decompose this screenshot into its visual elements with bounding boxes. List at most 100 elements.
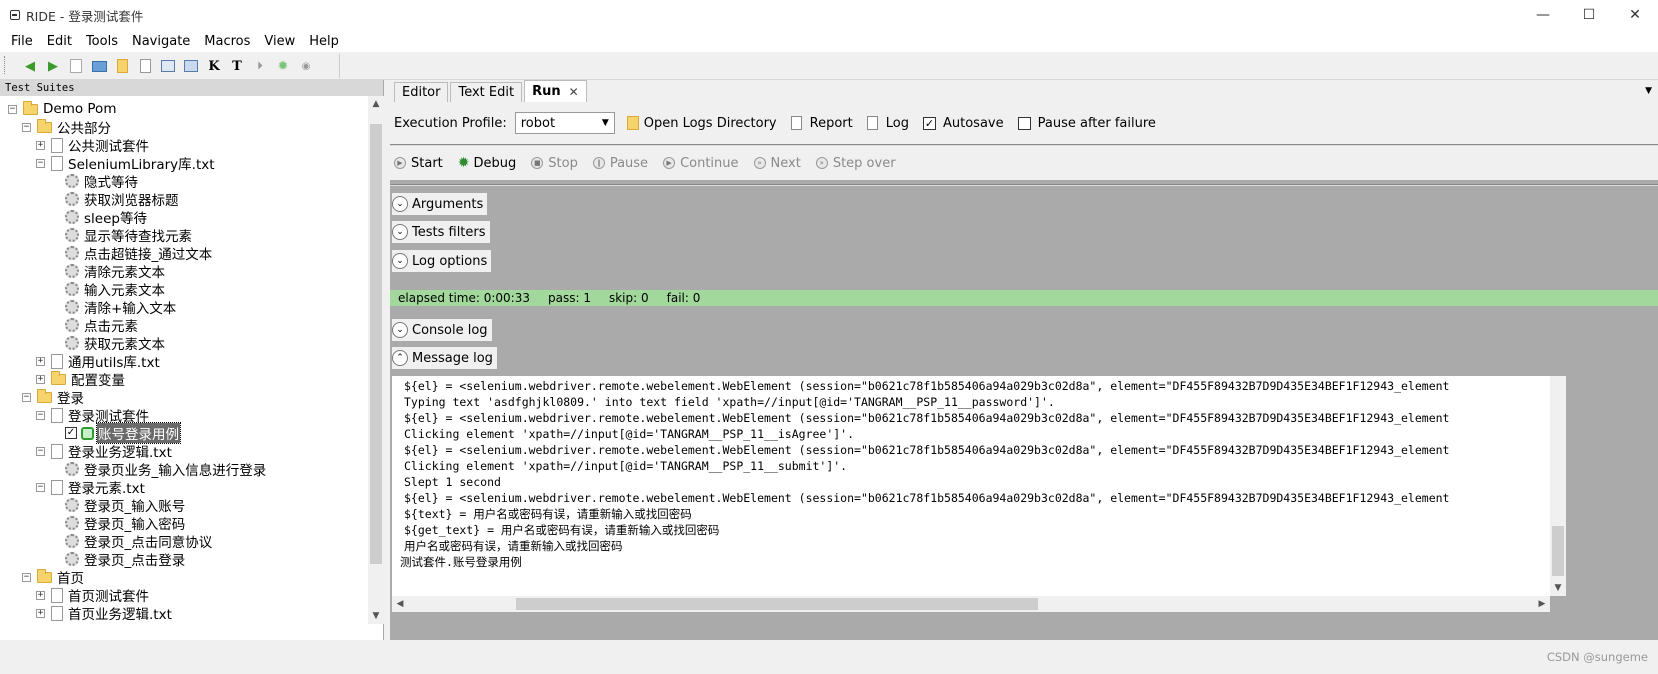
- tree-item[interactable]: 获取元素文本: [50, 334, 165, 353]
- tree-item[interactable]: ✓ 账号登录用例: [50, 422, 181, 444]
- forward-arrow-icon[interactable]: ▶: [43, 56, 63, 76]
- tree-item[interactable]: − 登录元素.txt: [36, 478, 145, 497]
- tree-item[interactable]: − 登录: [22, 388, 84, 407]
- message-log-output[interactable]: ${el} = <selenium.webdriver.remote.webel…: [392, 376, 1566, 596]
- menu-macros[interactable]: Macros: [197, 34, 257, 49]
- maximize-button[interactable]: ☐: [1566, 0, 1612, 30]
- collapse-icon[interactable]: −: [36, 410, 45, 420]
- start-button[interactable]: ▶ Start: [394, 156, 443, 171]
- save-icon[interactable]: [158, 56, 178, 76]
- tree-item[interactable]: − Demo Pom: [8, 100, 116, 118]
- new-file-icon[interactable]: [66, 56, 86, 76]
- log-hscroll-thumb[interactable]: [516, 598, 1038, 610]
- close-button[interactable]: ✕: [1612, 0, 1658, 30]
- back-arrow-icon[interactable]: ◀: [20, 56, 40, 76]
- tree-item[interactable]: + 首页测试套件: [36, 586, 149, 605]
- tag-search-icon[interactable]: T: [227, 56, 247, 76]
- expand-icon[interactable]: +: [36, 140, 45, 150]
- tab-editor[interactable]: Editor: [394, 82, 449, 102]
- keyword-search-icon[interactable]: K: [204, 56, 224, 76]
- menu-help[interactable]: Help: [302, 34, 346, 49]
- tree-item[interactable]: − 登录业务逻辑.txt: [36, 442, 172, 461]
- tree-item[interactable]: − 首页: [22, 568, 84, 587]
- minimize-button[interactable]: —: [1520, 0, 1566, 30]
- tab-menu-icon[interactable]: ▼: [1645, 86, 1652, 96]
- open-logs-directory-button[interactable]: Open Logs Directory: [626, 116, 777, 131]
- debug-button[interactable]: ✹ Debug: [458, 155, 517, 171]
- collapse-icon[interactable]: −: [22, 392, 31, 402]
- tab-text-edit[interactable]: Text Edit: [450, 82, 523, 102]
- tree-item[interactable]: 点击元素: [50, 316, 138, 335]
- tree-item[interactable]: 点击超链接_通过文本: [50, 244, 212, 263]
- scroll-right-icon[interactable]: ▶: [1534, 596, 1550, 612]
- tree-item[interactable]: 登录页_点击同意协议: [50, 532, 212, 551]
- arguments-section[interactable]: ⌄ Arguments: [392, 193, 488, 215]
- log-button[interactable]: Log: [866, 116, 909, 131]
- next-button[interactable]: » Next: [753, 156, 801, 171]
- run-icon[interactable]: ⏵: [250, 56, 270, 76]
- expand-icon[interactable]: +: [36, 374, 45, 384]
- tree-item[interactable]: − SeleniumLibrary库.txt: [36, 154, 215, 173]
- collapse-icon[interactable]: −: [36, 158, 45, 168]
- stop-icon[interactable]: ◉: [296, 56, 316, 76]
- tests-filters-section[interactable]: ⌄ Tests filters: [392, 221, 490, 243]
- collapse-icon[interactable]: −: [36, 482, 45, 492]
- message-log-section[interactable]: ⌃ Message log: [392, 347, 497, 369]
- tree-item[interactable]: + 公共测试套件: [36, 136, 149, 155]
- scroll-up-icon[interactable]: ▲: [368, 96, 384, 112]
- continue-button[interactable]: ▶ Continue: [663, 156, 739, 171]
- tree-item[interactable]: 获取浏览器标题: [50, 190, 179, 209]
- tree-item[interactable]: 隐式等待: [50, 172, 138, 191]
- tree-item[interactable]: 登录页业务_输入信息进行登录: [50, 460, 266, 479]
- tree-item[interactable]: − 公共部分: [22, 118, 111, 137]
- pause-button[interactable]: ‖ Pause: [592, 156, 648, 171]
- console-log-section[interactable]: ⌄ Console log: [392, 319, 492, 341]
- new-resource-icon[interactable]: [135, 56, 155, 76]
- toolbar-grip[interactable]: [4, 56, 7, 74]
- save-all-icon[interactable]: [181, 56, 201, 76]
- expand-icon[interactable]: +: [36, 590, 45, 600]
- tree-item[interactable]: 显示等待查找元素: [50, 226, 192, 245]
- open-folder-icon[interactable]: [89, 56, 109, 76]
- log-vscroll-thumb[interactable]: [1552, 526, 1564, 576]
- tree-item[interactable]: sleep等待: [50, 208, 147, 227]
- step-over-button[interactable]: » Step over: [815, 156, 896, 171]
- menu-file[interactable]: File: [4, 34, 40, 49]
- tree-item[interactable]: 登录页_点击登录: [50, 550, 185, 569]
- tree-scrollbar[interactable]: ▲ ▼: [368, 96, 384, 624]
- checkbox-checked-icon[interactable]: ✓: [65, 427, 77, 439]
- pause-after-failure-checkbox[interactable]: Pause after failure: [1017, 116, 1156, 131]
- suite-tree[interactable]: − Demo Pom − 公共部分 + 公共测试套件 − SeleniumLibrary库.t…: [0, 96, 368, 624]
- tree-item[interactable]: 清除+输入文本: [50, 298, 176, 317]
- menu-view[interactable]: View: [257, 34, 302, 49]
- tree-scroll-thumb[interactable]: [370, 124, 382, 564]
- tree-item[interactable]: + 首页业务逻辑.txt: [36, 604, 172, 623]
- tree-item[interactable]: 登录页_输入账号: [50, 496, 185, 515]
- log-horizontal-scrollbar[interactable]: ◀ ▶: [392, 596, 1550, 612]
- close-tab-icon[interactable]: ✕: [569, 85, 579, 99]
- tree-item[interactable]: + 配置变量: [36, 370, 125, 389]
- expand-icon[interactable]: +: [36, 356, 45, 366]
- expand-icon[interactable]: +: [36, 608, 45, 618]
- menu-tools[interactable]: Tools: [79, 34, 125, 49]
- log-options-section[interactable]: ⌄ Log options: [392, 250, 492, 272]
- menu-navigate[interactable]: Navigate: [125, 34, 197, 49]
- menu-edit[interactable]: Edit: [40, 34, 79, 49]
- tree-item[interactable]: 清除元素文本: [50, 262, 165, 281]
- debug-icon[interactable]: ✹: [273, 56, 293, 76]
- collapse-icon[interactable]: −: [36, 446, 45, 456]
- collapse-icon[interactable]: −: [22, 572, 31, 582]
- scroll-left-icon[interactable]: ◀: [392, 596, 408, 612]
- collapse-icon[interactable]: −: [8, 104, 17, 114]
- stop-button[interactable]: ■ Stop: [531, 156, 578, 171]
- open-directory-icon[interactable]: [112, 56, 132, 76]
- tab-run[interactable]: Run ✕: [524, 80, 587, 102]
- autosave-checkbox[interactable]: ✓ Autosave: [922, 116, 1004, 131]
- scroll-down-icon[interactable]: ▼: [1550, 580, 1566, 596]
- collapse-icon[interactable]: −: [22, 122, 31, 132]
- log-vertical-scrollbar[interactable]: ▼: [1550, 376, 1566, 596]
- tree-item[interactable]: + 通用utils库.txt: [36, 352, 160, 371]
- tree-item[interactable]: 登录页_输入密码: [50, 514, 185, 533]
- tree-item[interactable]: − 登录测试套件: [36, 406, 149, 425]
- report-button[interactable]: Report: [790, 116, 853, 131]
